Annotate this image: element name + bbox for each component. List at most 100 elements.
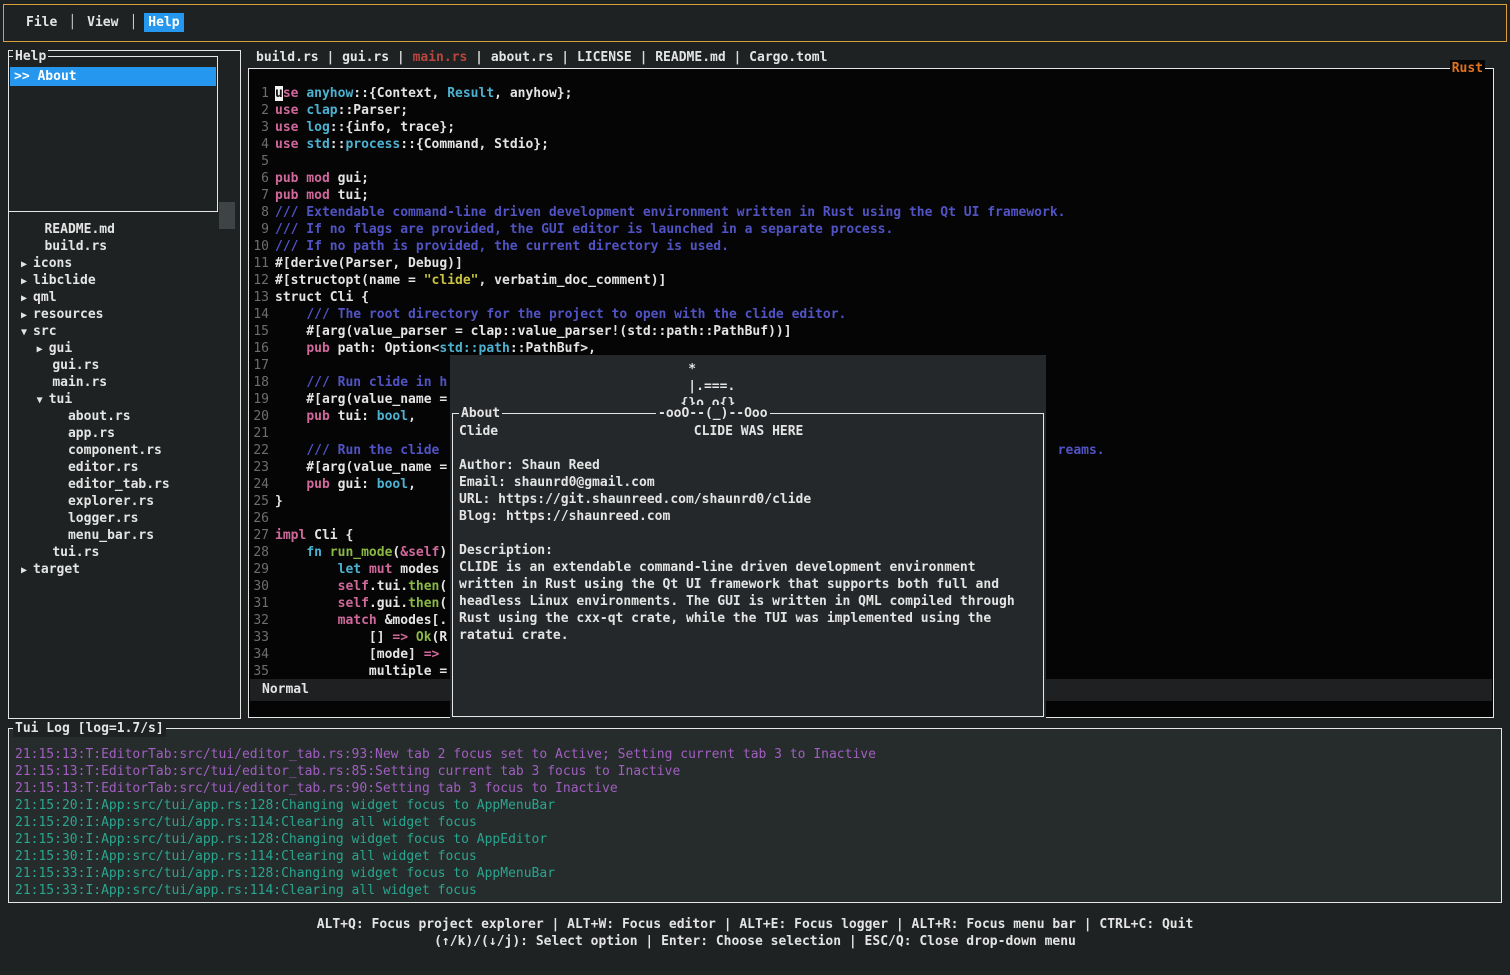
code-text: use log::{info, trace}; <box>275 119 455 136</box>
tab-separator: | <box>467 50 490 65</box>
line-number: 11 <box>249 255 269 272</box>
tree-item[interactable]: ▶ target <box>21 561 238 578</box>
code-line[interactable]: 1use anyhow::{Context, Result, anyhow}; <box>249 85 1492 102</box>
line-number: 18 <box>249 374 269 391</box>
menu-item-view[interactable]: View <box>83 13 122 32</box>
tree-item[interactable]: app.rs <box>21 425 238 442</box>
tree-item[interactable]: ▶ libclide <box>21 272 238 289</box>
code-text: multiple = <box>275 663 447 680</box>
line-number: 19 <box>249 391 269 408</box>
tab-about-rs[interactable]: about.rs <box>491 50 554 65</box>
code-line[interactable]: 11 #[derive(Parser, Debug)] <box>249 255 1492 272</box>
line-number: 14 <box>249 306 269 323</box>
about-popup-title: About <box>459 405 502 422</box>
code-text: /// The root directory for the project t… <box>275 306 846 323</box>
tree-item-label: target <box>33 562 80 577</box>
line-number: 4 <box>249 136 269 153</box>
code-line[interactable]: 2use clap::Parser; <box>249 102 1492 119</box>
code-line[interactable]: 4use std::process::{Command, Stdio}; <box>249 136 1492 153</box>
code-line[interactable]: 3use log::{info, trace}; <box>249 119 1492 136</box>
code-line[interactable]: 7pub mod tui; <box>249 187 1492 204</box>
code-text: self.gui.then( <box>275 595 447 612</box>
code-line[interactable]: 9/// If no flags are provided, the GUI e… <box>249 221 1492 238</box>
tree-item[interactable]: gui.rs <box>21 357 238 374</box>
about-text-line <box>459 440 1039 457</box>
tree-item[interactable]: logger.rs <box>21 510 238 527</box>
folder-collapsed-icon: ▶ <box>21 293 33 304</box>
menu-item-file[interactable]: File <box>22 13 61 32</box>
tree-item[interactable]: ▶ resources <box>21 306 238 323</box>
tree-item-label: resources <box>33 307 103 322</box>
tree-item-label: README.md <box>44 222 114 237</box>
code-line[interactable]: 10/// If no path is provided, the curren… <box>249 238 1492 255</box>
code-text: match &modes[. <box>275 612 447 629</box>
folder-collapsed-icon: ▶ <box>21 259 33 270</box>
tab-README-md[interactable]: README.md <box>655 50 725 65</box>
code-text: pub gui: bool, <box>275 476 416 493</box>
line-number: 15 <box>249 323 269 340</box>
tree-item[interactable]: build.rs <box>21 238 238 255</box>
folder-collapsed-icon: ▶ <box>21 310 33 321</box>
about-text-line: Description: <box>459 542 1039 559</box>
tui-log-lines: 21:15:13:T:EditorTab:src/tui/editor_tab.… <box>15 746 1499 899</box>
tree-item[interactable]: about.rs <box>21 408 238 425</box>
tree-item[interactable]: ▶ gui <box>21 340 238 357</box>
code-text: #[arg(value_parser = clap::value_parser!… <box>275 323 792 340</box>
about-text-line: Email: shaunrd0@gmail.com <box>459 474 1039 491</box>
line-number: 10 <box>249 238 269 255</box>
code-text: [mode] => <box>275 646 439 663</box>
tree-item[interactable]: explorer.rs <box>21 493 238 510</box>
ascii-art-line: |.===. <box>657 378 735 395</box>
menu-items: File│View│Help <box>22 5 184 41</box>
code-line[interactable]: 12#[structopt(name = "clide", verbatim_d… <box>249 272 1492 289</box>
code-line[interactable]: 6pub mod gui; <box>249 170 1492 187</box>
tree-item[interactable]: README.md <box>21 221 238 238</box>
folder-collapsed-icon: ▶ <box>21 565 33 576</box>
about-popup-content: Clide CLIDE WAS HEREAuthor: Shaun ReedEm… <box>459 423 1039 644</box>
tab-separator: | <box>389 50 412 65</box>
tree-item[interactable]: ▼ src <box>21 323 238 340</box>
menu-item-help[interactable]: Help <box>144 13 183 32</box>
help-option-about[interactable]: >> About <box>10 67 216 86</box>
log-entry: 21:15:13:T:EditorTab:src/tui/editor_tab.… <box>15 746 1499 763</box>
tree-item[interactable]: menu_bar.rs <box>21 527 238 544</box>
line-number: 29 <box>249 561 269 578</box>
menu-bar: File│View│Help <box>3 4 1507 42</box>
tree-item[interactable]: component.rs <box>21 442 238 459</box>
tree-item[interactable]: editor_tab.rs <box>21 476 238 493</box>
tree-item[interactable]: tui.rs <box>21 544 238 561</box>
explorer-scrollbar-thumb[interactable] <box>219 202 235 229</box>
tree-item[interactable]: ▶ qml <box>21 289 238 306</box>
code-line[interactable]: 14 /// The root directory for the projec… <box>249 306 1492 323</box>
tab-Cargo-toml[interactable]: Cargo.toml <box>749 50 827 65</box>
code-text: fn run_mode(&self) <box>275 544 447 561</box>
tree-item-label: logger.rs <box>68 511 138 526</box>
code-line[interactable]: 13struct Cli { <box>249 289 1492 306</box>
code-text: #[derive(Parser, Debug)] <box>275 255 463 272</box>
line-number: 25 <box>249 493 269 510</box>
tree-item[interactable]: ▶ icons <box>21 255 238 272</box>
code-line[interactable]: 5 <box>249 153 1492 170</box>
code-line[interactable]: 15 #[arg(value_parser = clap::value_pars… <box>249 323 1492 340</box>
about-text-line: Rust using the cxx-qt crate, while the T… <box>459 610 1039 627</box>
tree-item-label: build.rs <box>44 239 107 254</box>
tree-item[interactable]: editor.rs <box>21 459 238 476</box>
tab-gui-rs[interactable]: gui.rs <box>342 50 389 65</box>
tree-item-label: icons <box>33 256 72 271</box>
code-line[interactable]: 8/// Extendable command-line driven deve… <box>249 204 1492 221</box>
tree-item[interactable]: main.rs <box>21 374 238 391</box>
line-number: 22 <box>249 442 269 459</box>
tab-build-rs[interactable]: build.rs <box>256 50 319 65</box>
line-number: 16 <box>249 340 269 357</box>
tree-item[interactable]: ▼ tui <box>21 391 238 408</box>
tab-main-rs[interactable]: main.rs <box>413 50 468 65</box>
log-entry: 21:15:30:I:App:src/tui/app.rs:128:Changi… <box>15 831 1499 848</box>
menu-separator: │ <box>129 15 137 30</box>
tree-item-label: src <box>33 324 56 339</box>
tree-item-label: app.rs <box>68 426 115 441</box>
log-entry: 21:15:20:I:App:src/tui/app.rs:114:Cleari… <box>15 814 1499 831</box>
line-number: 35 <box>249 663 269 680</box>
tree-item-label: tui <box>49 392 72 407</box>
tab-LICENSE[interactable]: LICENSE <box>577 50 632 65</box>
code-text: pub tui: bool, <box>275 408 416 425</box>
